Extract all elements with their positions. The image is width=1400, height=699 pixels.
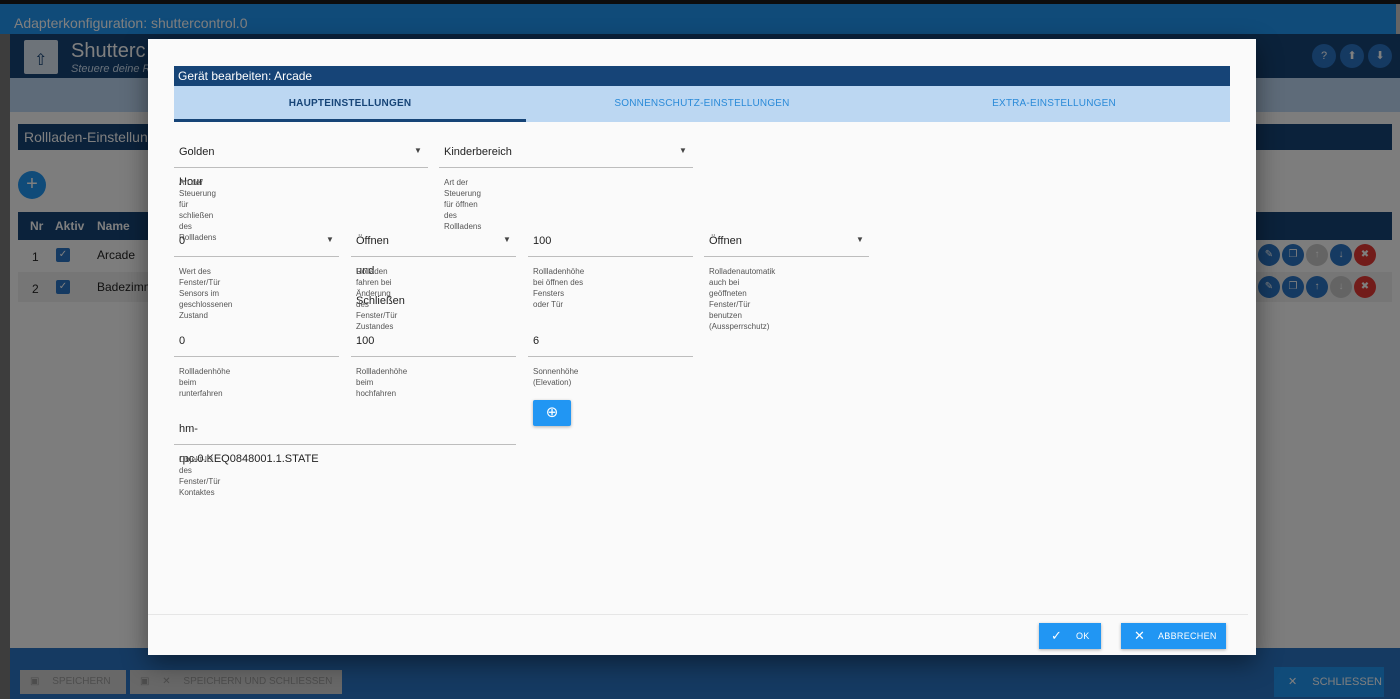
chevron-down-icon[interactable]: ▼ <box>326 235 334 244</box>
field-underline <box>351 356 516 357</box>
dialog-divider <box>148 614 1248 615</box>
lockout-value[interactable]: Öffnen <box>709 226 742 256</box>
active-tab-indicator <box>174 119 526 122</box>
hint-line-2: Fenster/Tür benutzen (Aussperrschutz) <box>709 300 770 331</box>
elevation-value[interactable]: 6 <box>533 326 539 356</box>
height-up-value[interactable]: 100 <box>356 326 374 356</box>
close-icon: ✕ <box>1134 628 1145 643</box>
field-underline <box>704 256 869 257</box>
tab-main-settings[interactable]: HAUPTEINSTELLUNGEN <box>174 86 526 122</box>
dialog-tabs: HAUPTEINSTELLUNGEN SONNENSCHUTZ-EINSTELL… <box>174 86 1230 122</box>
sensor-closed-value[interactable]: 0 <box>179 226 185 256</box>
hint-line-1: Rolladen fahren bei Änderung des <box>356 267 392 309</box>
elevation-hint: Sonnenhöhe (Elevation) <box>533 367 579 387</box>
sensor-closed-hint: Wert des Fenster/Tür Sensors im geschlos… <box>179 266 232 321</box>
dialog-title: Gerät bearbeiten: Arcade <box>174 66 1230 86</box>
cancel-label: ABBRECHEN <box>1158 631 1217 641</box>
move-on-change-hint: Rolladen fahren bei Änderung des Fenster… <box>356 266 397 332</box>
move-on-change-value[interactable]: Öffnen und Schließen <box>356 226 405 307</box>
contact-id-hint: Objekt-ID des Fenster/Tür Kontaktes <box>179 455 221 497</box>
height-up-hint: Rollladenhöhe beim hochfahren <box>356 367 408 398</box>
open-mode-value[interactable]: Kinderbereich <box>444 137 512 167</box>
chevron-down-icon[interactable]: ▼ <box>503 235 511 244</box>
open-mode-hint: Art der Steuerung für öffnen des Rolllad… <box>444 178 482 231</box>
hint-line-1: Wert des Fenster/Tür Sensors im <box>179 267 221 298</box>
field-underline <box>351 256 516 257</box>
edit-device-dialog: Gerät bearbeiten: Arcade HAUPTEINSTELLUN… <box>148 39 1256 655</box>
add-contact-button[interactable]: ⊕ <box>533 400 571 426</box>
close-mode-value[interactable]: Golden Hour <box>179 137 214 188</box>
field-underline <box>528 256 693 257</box>
check-icon: ✓ <box>1051 628 1062 643</box>
contact-id-value[interactable]: hm-rpc.0.KEQ0848001.1.STATE <box>179 414 319 465</box>
field-underline <box>174 356 339 357</box>
field-underline <box>174 444 516 445</box>
height-on-open-value[interactable]: 100 <box>533 226 551 256</box>
field-underline <box>174 167 428 168</box>
chevron-down-icon[interactable]: ▼ <box>414 146 422 155</box>
hint-line-2: oder Tür <box>533 300 564 309</box>
height-down-value[interactable]: 0 <box>179 326 185 356</box>
tab-sunprotect-settings[interactable]: SONNENSCHUTZ-EINSTELLUNGEN <box>526 86 878 122</box>
field-underline <box>439 167 693 168</box>
hint-line-1: Rollladenhöhe bei öffnen des Fensters <box>533 267 585 298</box>
height-down-hint: Rollladenhöhe beim runterfahren <box>179 367 231 398</box>
cancel-button[interactable]: ✕ ABBRECHEN <box>1121 623 1226 649</box>
ok-label: OK <box>1076 631 1090 641</box>
ok-button[interactable]: ✓ OK <box>1039 623 1101 649</box>
chevron-down-icon[interactable]: ▼ <box>856 235 864 244</box>
tab-extra-settings[interactable]: EXTRA-EINSTELLUNGEN <box>878 86 1230 122</box>
hint-line-2: geschlossenen Zustand <box>179 300 233 320</box>
lockout-hint: Rolladenautomatik auch bei geöffneten Fe… <box>709 266 775 332</box>
field-underline <box>174 256 339 257</box>
chevron-down-icon[interactable]: ▼ <box>679 146 687 155</box>
plus-circle-icon: ⊕ <box>545 404 559 421</box>
height-on-open-hint: Rollladenhöhe bei öffnen des Fensters od… <box>533 266 584 310</box>
field-underline <box>528 356 693 357</box>
hint-line-1: Rolladenautomatik auch bei geöffneten <box>709 267 776 298</box>
